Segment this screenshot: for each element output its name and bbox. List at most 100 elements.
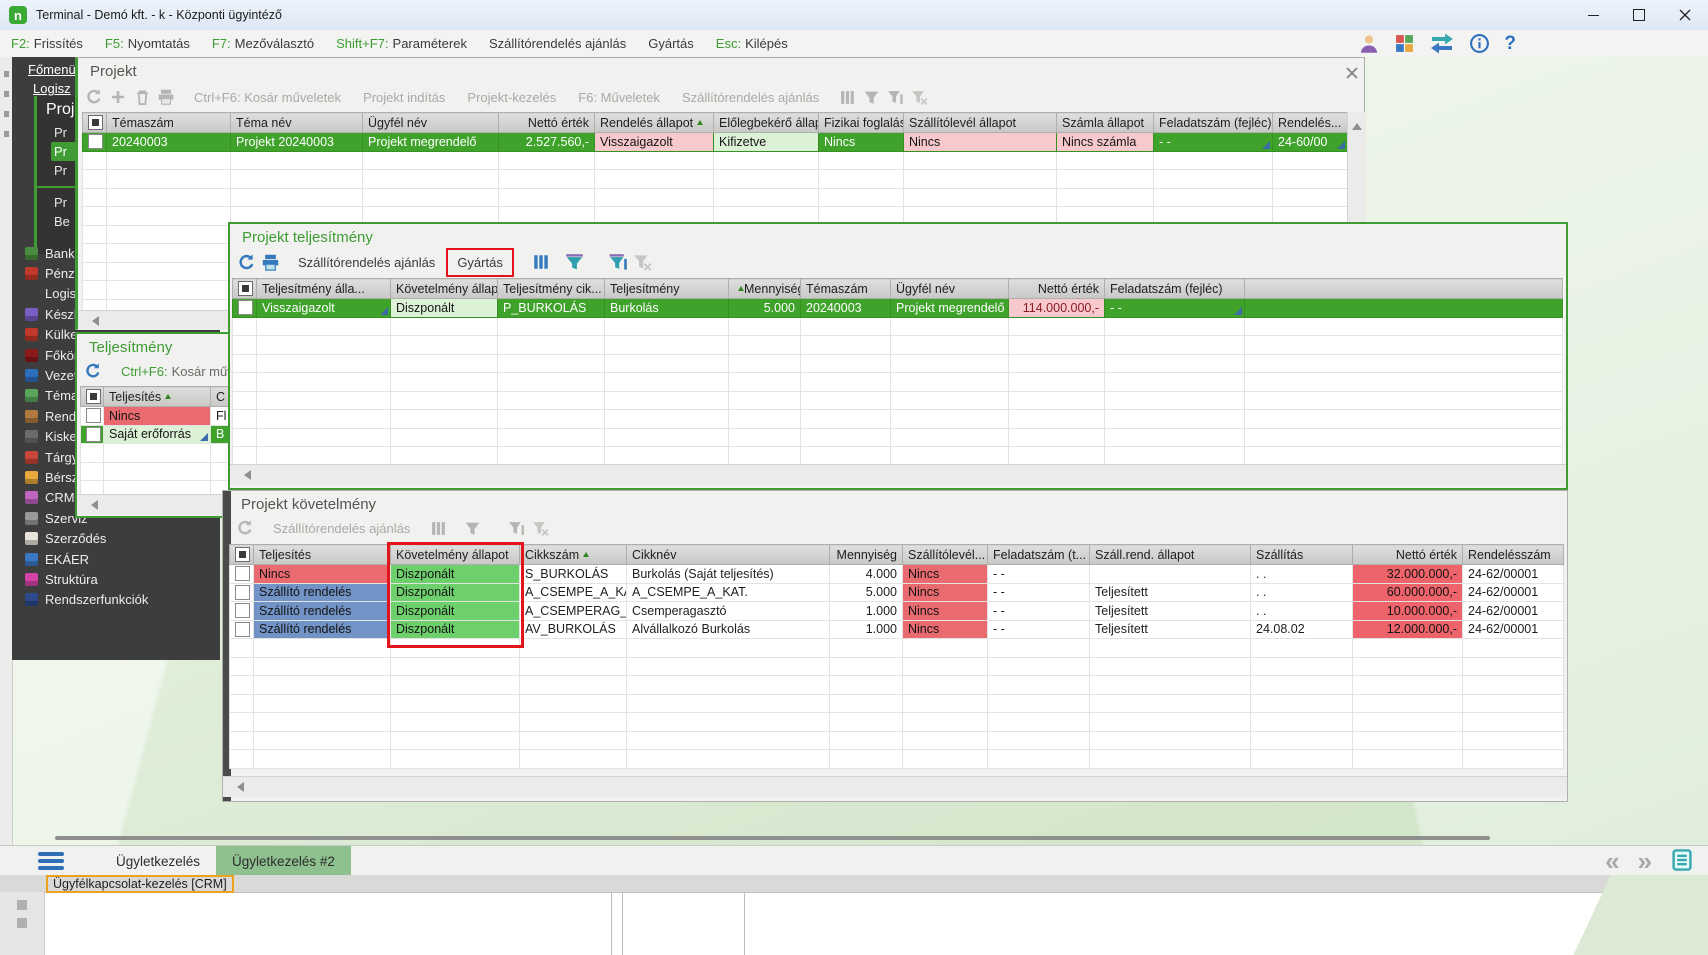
cell-tema-nev[interactable]: Projekt 20240003 xyxy=(230,132,363,152)
cell-mennyiseg[interactable]: 1.000 xyxy=(829,619,903,639)
cell-netto[interactable]: 2.527.560,- xyxy=(498,132,595,152)
col-teljesitmeny-allapot[interactable]: Teljesítmény álla... xyxy=(256,278,391,299)
projekt-row-selected[interactable]: 20240003 Projekt 20240003 Projekt megren… xyxy=(82,132,1348,152)
menu-item-szallitorendeles[interactable]: Szállítórendelés ajánlás xyxy=(478,30,637,57)
col-szallrend-allapot[interactable]: Száll.rend. állapot xyxy=(1089,544,1251,565)
filter-clear-icon-disabled[interactable] xyxy=(907,86,931,108)
col-kovetelmeny-allapot[interactable]: Követelmény állapot xyxy=(390,278,498,299)
delete-button-disabled[interactable] xyxy=(130,86,154,108)
row-checkbox[interactable] xyxy=(80,406,104,426)
col-tema-nev[interactable]: Téma név xyxy=(230,112,363,133)
menu-item-parameterek[interactable]: Shift+F7: Paraméterek xyxy=(325,30,478,57)
cell-cikkszam[interactable]: S_BURKOLÁS xyxy=(519,564,627,584)
cell-teljesites[interactable]: Nincs xyxy=(103,406,211,426)
row-checkbox[interactable] xyxy=(82,132,107,152)
sidebar-item-szerzodes[interactable]: Szerződés xyxy=(12,528,220,548)
refresh-button-disabled[interactable] xyxy=(233,517,257,539)
apps-grid-icon[interactable] xyxy=(1394,33,1415,54)
cell-feladatszam[interactable]: - - xyxy=(987,601,1090,621)
row-checkbox[interactable] xyxy=(80,424,104,444)
menu-hamburger-icon[interactable] xyxy=(38,852,64,870)
row-checkbox[interactable] xyxy=(232,298,257,318)
minimize-button[interactable] xyxy=(1570,0,1616,30)
info-icon[interactable] xyxy=(1469,33,1490,54)
cell-feladatszam[interactable]: - - xyxy=(987,582,1090,602)
column-select-icon-disabled[interactable] xyxy=(426,517,450,539)
filter-edit-icon[interactable] xyxy=(607,251,631,273)
col-netto-ertek[interactable]: Nettó érték xyxy=(1008,278,1105,299)
teljesitmeny-row-selected[interactable]: Visszaigazolt Diszponált P_BURKOLÁS Burk… xyxy=(232,298,1563,318)
print-button-disabled[interactable] xyxy=(154,86,178,108)
filter-icon-disabled[interactable] xyxy=(859,86,883,108)
cell-allapot[interactable]: Visszaigazolt xyxy=(256,298,391,318)
cell-temaszam[interactable]: 20240003 xyxy=(800,298,891,318)
menu-item-gyartas[interactable]: Gyártás xyxy=(637,30,705,57)
menu-item-nyomtatas[interactable]: F5: Nyomtatás xyxy=(94,30,201,57)
cell-ugyfel[interactable]: Projekt megrendelő xyxy=(890,298,1009,318)
cell-feladatszam[interactable]: - - xyxy=(1153,132,1273,152)
filter-edit-icon-disabled[interactable] xyxy=(883,86,907,108)
cell-cikkszam[interactable]: A_CSEMPE_A_KA xyxy=(519,582,627,602)
select-all-header[interactable] xyxy=(229,544,254,565)
cell-szallitas[interactable]: . . xyxy=(1250,582,1353,602)
col-cikknev[interactable]: Cikknév xyxy=(626,544,830,565)
cell-feladatszam[interactable]: - - xyxy=(987,619,1090,639)
kovetelmeny-row[interactable]: Szállító rendelés Diszponált A_CSEMPERAG… xyxy=(229,601,1564,621)
col-feladatszam[interactable]: Feladatszám (fejléc) xyxy=(1153,112,1273,133)
window-horizontal-scrollbar[interactable] xyxy=(55,836,1490,840)
cell-kovetelmeny[interactable]: Diszponált xyxy=(390,619,520,639)
col-mennyiseg[interactable]: Mennyiség xyxy=(829,544,903,565)
cell-teljesites[interactable]: Szállító rendelés xyxy=(253,582,391,602)
col-ugyfel-nev[interactable]: Ügyfél név xyxy=(890,278,1009,299)
col-rendeles-allapot[interactable]: Rendelés állapot xyxy=(594,112,714,133)
cell-teljesites[interactable]: Szállító rendelés xyxy=(253,601,391,621)
cell-szallitolevel[interactable]: Nincs xyxy=(903,132,1057,152)
previous-tab-icon[interactable]: « xyxy=(1605,848,1619,874)
horizontal-scrollbar[interactable] xyxy=(230,464,1566,485)
cell-rendelesszam[interactable]: 24-62/00001 xyxy=(1462,582,1564,602)
col-teljesitmeny[interactable]: Teljesítmény xyxy=(604,278,729,299)
col-szamla-allapot[interactable]: Számla állapot xyxy=(1056,112,1154,133)
col-szallitolevel[interactable]: Szállítólevél... xyxy=(902,544,988,565)
menu-item-kilepes[interactable]: Esc: Kilépés xyxy=(705,30,799,57)
supply-order-offer-button-disabled[interactable]: Szállítórendelés ajánlás xyxy=(267,519,416,538)
cell-szallitolevel[interactable]: Nincs xyxy=(902,564,988,584)
cell-teljesites[interactable]: Szállító rendelés xyxy=(253,619,391,639)
kovetelmeny-row[interactable]: Nincs Diszponált S_BURKOLÁS Burkolás (Sa… xyxy=(229,564,1564,584)
tab-list-icon[interactable] xyxy=(1670,848,1694,875)
column-select-icon[interactable] xyxy=(529,251,553,273)
filter-edit-icon-disabled[interactable] xyxy=(504,517,528,539)
filter-icon[interactable] xyxy=(563,251,587,273)
cell-kovetelmeny[interactable]: Diszponált xyxy=(390,582,520,602)
kovetelmeny-row[interactable]: Szállító rendelés Diszponált A_CSEMPE_A_… xyxy=(229,582,1564,602)
col-teljesites[interactable]: Teljesítés xyxy=(103,386,211,407)
cell-cikknev[interactable]: Csemperagasztó xyxy=(626,601,830,621)
cell-cikknev[interactable]: Burkolás (Saját teljesítés) xyxy=(626,564,830,584)
cell-rendelesszam[interactable]: 24-62/00001 xyxy=(1462,564,1564,584)
col-eloleg-allapot[interactable]: Előlegbekérő állapot xyxy=(713,112,819,133)
col-szallitas[interactable]: Szállítás xyxy=(1250,544,1353,565)
cell-szallrend[interactable]: Teljesített xyxy=(1089,582,1251,602)
select-all-header[interactable] xyxy=(232,278,257,299)
help-icon[interactable]: ? xyxy=(1504,34,1516,53)
cell-szallitas[interactable]: . . xyxy=(1250,601,1353,621)
row-checkbox[interactable] xyxy=(229,619,254,639)
col-temaszam[interactable]: Témaszám xyxy=(800,278,891,299)
user-icon[interactable] xyxy=(1358,33,1380,55)
cell-feladatszam[interactable]: - - xyxy=(1104,298,1245,318)
cell-szallitolevel[interactable]: Nincs xyxy=(902,619,988,639)
cell-mennyiseg[interactable]: 5.000 xyxy=(728,298,801,318)
col-mennyiseg[interactable]: Mennyiség xyxy=(728,278,801,299)
row-checkbox[interactable] xyxy=(229,601,254,621)
cell-szallrend[interactable]: Teljesített xyxy=(1089,619,1251,639)
col-feladatszam[interactable]: Feladatszám (t... xyxy=(987,544,1090,565)
cell-mennyiseg[interactable]: 1.000 xyxy=(829,601,903,621)
add-button-disabled[interactable] xyxy=(106,86,130,108)
cell-szamla[interactable]: Nincs számla xyxy=(1056,132,1154,152)
cell-teljesites[interactable]: Saját erőforrás xyxy=(103,424,211,444)
supply-order-offer-button[interactable]: Szállítórendelés ajánlás xyxy=(292,253,441,272)
supply-order-offer-button-disabled[interactable]: Szállítórendelés ajánlás xyxy=(676,88,825,107)
filter-clear-icon-disabled[interactable] xyxy=(528,517,552,539)
cell-kovetelmeny[interactable]: Diszponált xyxy=(390,601,520,621)
tab-ugyletkezeles-2[interactable]: Ügyletkezelés #2 xyxy=(216,846,351,876)
